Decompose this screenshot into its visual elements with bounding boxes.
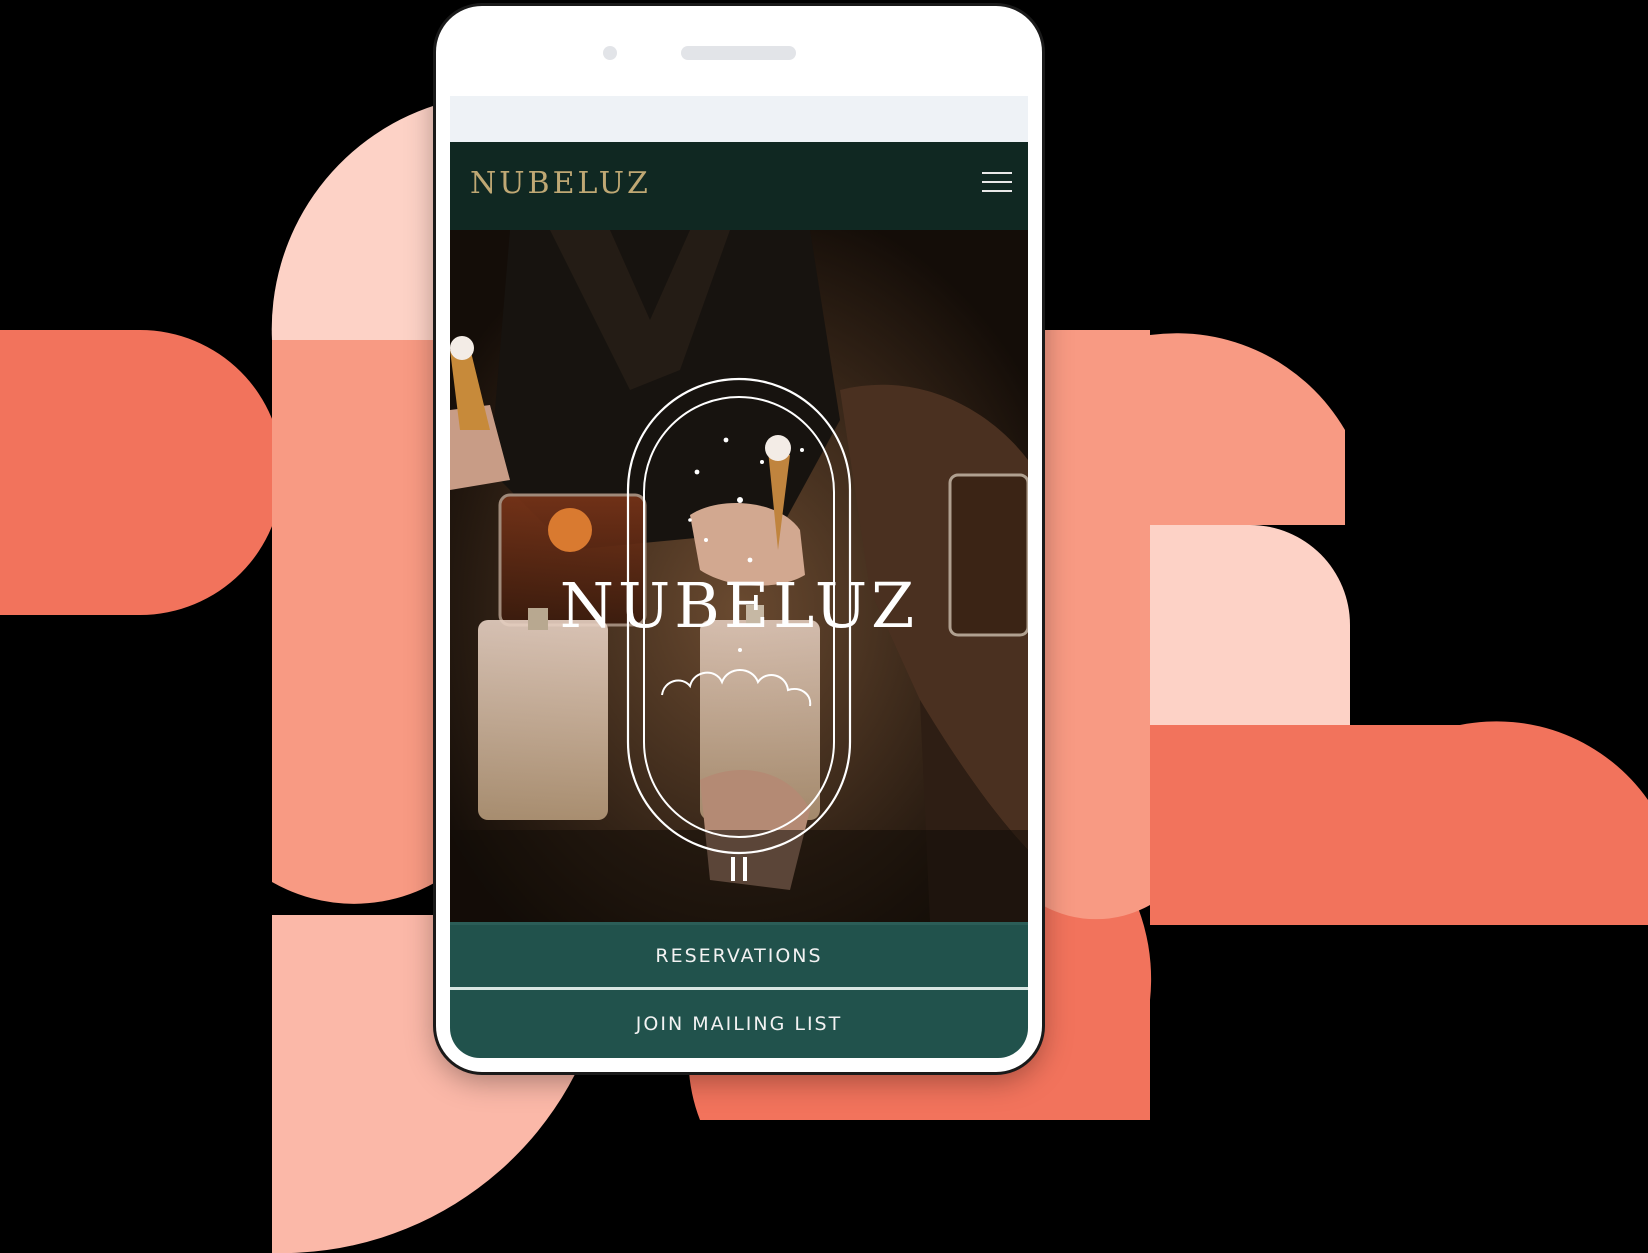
hero-video: NUBELUZ — [450, 230, 1028, 922]
site-header: NUBELUZ — [450, 142, 1028, 230]
browser-status-bar — [450, 96, 1028, 142]
phone-speaker — [681, 46, 796, 60]
decor-shape-coral-right — [1150, 721, 1648, 925]
brand-logo-text[interactable]: NUBELUZ — [470, 166, 651, 201]
decor-shape-left-coral — [0, 330, 283, 615]
hero-logo-wordmark: NUBELUZ — [559, 569, 919, 642]
reservations-button[interactable]: RESERVATIONS — [450, 925, 1028, 987]
phone-device-frame: NUBELUZ NUBELUZ RESERVATIONS JOIN MAILIN… — [436, 6, 1042, 1072]
join-mailing-list-button[interactable]: JOIN MAILING LIST — [450, 990, 1028, 1058]
phone-screen: NUBELUZ NUBELUZ RESERVATIONS JOIN MAILIN… — [450, 96, 1028, 1058]
decor-shape-salmon-quarter — [1150, 333, 1345, 525]
decor-shape-blush-top — [271, 105, 436, 340]
pause-icon[interactable] — [724, 853, 754, 887]
phone-camera — [603, 46, 617, 60]
decor-shape-salmon-column — [272, 340, 436, 904]
hamburger-menu-icon[interactable] — [980, 168, 1014, 196]
decor-shape-salmon-right — [1042, 330, 1150, 920]
showcase-stage: NUBELUZ NUBELUZ RESERVATIONS JOIN MAILIN… — [0, 0, 1648, 1253]
decor-shape-blush-right — [1150, 525, 1350, 725]
